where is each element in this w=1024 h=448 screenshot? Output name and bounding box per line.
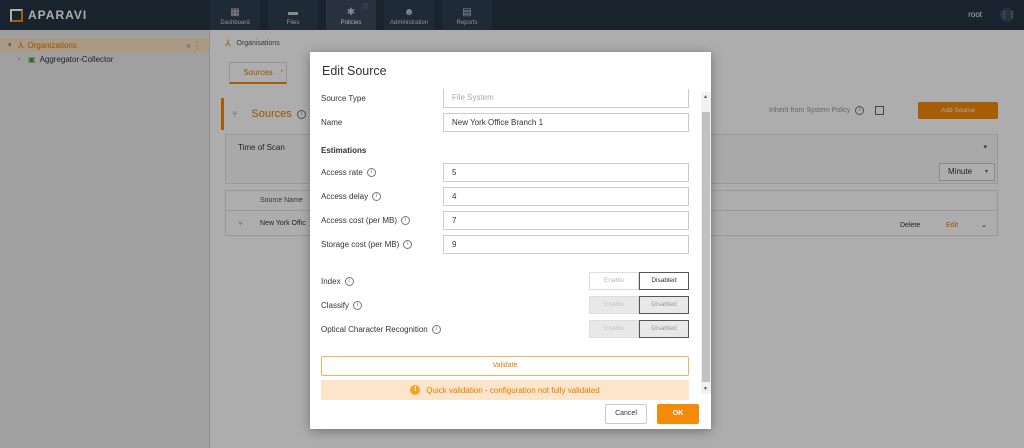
classify-toggle: Enable Disabled: [589, 296, 689, 314]
toggle-label: Index: [321, 277, 341, 286]
name-label: Name: [321, 118, 343, 127]
scroll-down-arrow-icon[interactable]: ▼: [703, 386, 708, 392]
ocr-enable-button: Enable: [589, 320, 639, 338]
info-icon[interactable]: i: [353, 301, 363, 310]
ok-button[interactable]: OK: [657, 404, 699, 424]
name-input[interactable]: New York Office Branch 1: [443, 113, 689, 132]
field-label: Access cost (per MB): [321, 216, 398, 225]
info-icon[interactable]: i: [372, 192, 382, 201]
classify-disabled-button: Disabled: [639, 296, 689, 314]
scrollbar-thumb[interactable]: [702, 112, 710, 382]
source-type-field: File System: [443, 89, 689, 108]
edit-source-dialog: Edit Source Source Type File System Name…: [310, 52, 711, 429]
info-icon[interactable]: i: [401, 216, 411, 225]
storage-cost-label: Storage cost (per MB) i: [321, 240, 413, 249]
validate-button[interactable]: Validate: [321, 356, 689, 376]
access-cost-row: Access cost (per MB) i 7: [321, 211, 689, 230]
toggle-label: Optical Character Recognition: [321, 325, 428, 334]
info-icon[interactable]: i: [431, 325, 441, 334]
cancel-button[interactable]: Cancel: [605, 404, 647, 424]
access-cost-input[interactable]: 7: [443, 211, 689, 230]
source-type-row: Source Type File System: [321, 89, 689, 108]
index-disabled-button[interactable]: Disabled: [639, 272, 689, 290]
access-rate-input[interactable]: 5: [443, 163, 689, 182]
access-rate-label: Access rate i: [321, 168, 376, 177]
estimations-heading: Estimations: [321, 146, 367, 155]
dialog-scrollbar[interactable]: ▲ ▼: [701, 92, 711, 394]
toggle-label: Classify: [321, 301, 350, 310]
access-cost-label: Access cost (per MB) i: [321, 216, 411, 225]
ocr-label: Optical Character Recognition i: [321, 325, 441, 334]
access-delay-input[interactable]: 4: [443, 187, 689, 206]
info-icon[interactable]: i: [403, 240, 413, 249]
storage-cost-row: Storage cost (per MB) i 9: [321, 235, 689, 254]
access-delay-row: Access delay i 4: [321, 187, 689, 206]
storage-cost-input[interactable]: 9: [443, 235, 689, 254]
dialog-title: Edit Source: [322, 64, 387, 78]
index-label: Index i: [321, 277, 354, 286]
field-label: Access rate: [321, 168, 363, 177]
info-icon[interactable]: i: [366, 168, 376, 177]
name-row: Name New York Office Branch 1: [321, 113, 689, 132]
index-enable-button[interactable]: Enable: [589, 272, 639, 290]
ocr-disabled-button: Disabled: [639, 320, 689, 338]
ocr-toggle: Enable Disabled: [589, 320, 689, 338]
scroll-up-arrow-icon[interactable]: ▲: [703, 94, 708, 100]
dialog-body: Source Type File System Name New York Of…: [310, 88, 700, 399]
access-rate-row: Access rate i 5: [321, 163, 689, 182]
field-label: Storage cost (per MB): [321, 240, 400, 249]
classify-label: Classify i: [321, 301, 363, 310]
source-type-label: Source Type: [321, 94, 366, 103]
classify-enable-button: Enable: [589, 296, 639, 314]
warning-text: Quick validation - configuration not ful…: [426, 385, 600, 395]
access-delay-label: Access delay i: [321, 192, 382, 201]
validation-warning: ! Quick validation - configuration not f…: [321, 380, 689, 400]
field-label: Access delay: [321, 192, 369, 201]
index-toggle: Enable Disabled: [589, 272, 689, 290]
info-icon[interactable]: i: [344, 277, 354, 286]
warning-icon: !: [410, 385, 421, 395]
